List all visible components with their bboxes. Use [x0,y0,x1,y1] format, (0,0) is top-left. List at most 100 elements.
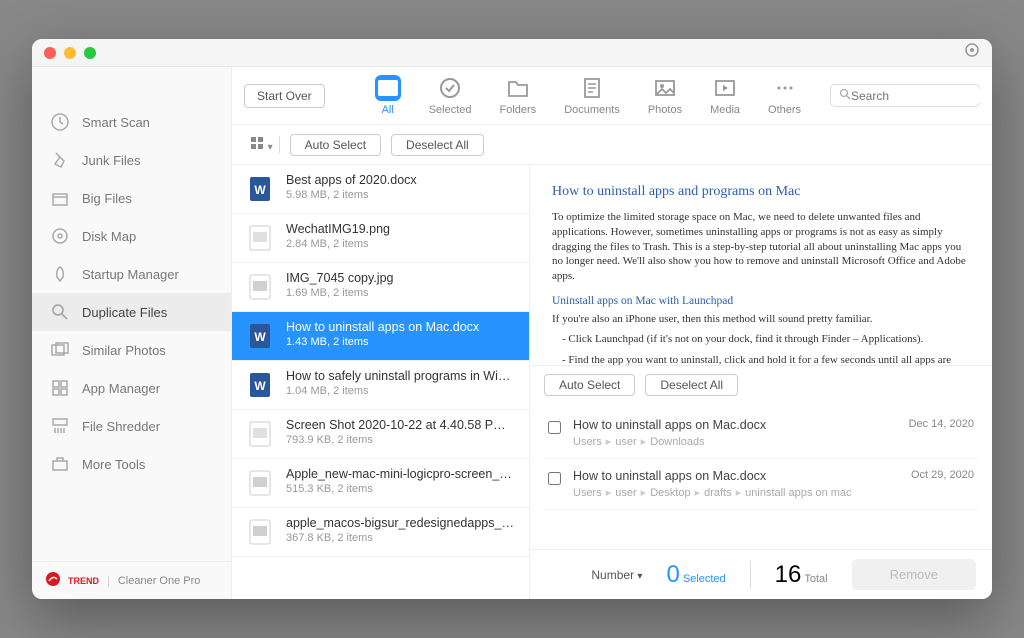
sidebar-item-label: App Manager [82,381,160,396]
duplicate-item: How to uninstall apps on Mac.docxUsers▸u… [544,408,978,459]
file-row[interactable]: WechatIMG19.png2.84 MB, 2 items [232,214,529,263]
traffic-lights [44,47,96,59]
file-type-icon: W [246,320,274,352]
sidebar-item-big-files[interactable]: Big Files [32,179,231,217]
file-meta: 2.84 MB, 2 items [286,238,390,250]
duplicate-name: How to uninstall apps on Mac.docx [573,418,897,432]
svg-text:W: W [254,183,266,197]
category-label: Documents [564,104,620,116]
sidebar-item-startup-manager[interactable]: Startup Manager [32,255,231,293]
file-row[interactable]: WBest apps of 2020.docx5.98 MB, 2 items [232,165,529,214]
file-name: Screen Shot 2020-10-22 at 4.40.58 PM.png [286,418,515,432]
start-over-button[interactable]: Start Over [244,84,325,108]
file-meta: 1.43 MB, 2 items [286,336,479,348]
duplicate-date: Dec 14, 2020 [909,418,974,430]
brand-icon [964,42,980,63]
duplicate-path: Users▸user▸Desktop▸drafts▸uninstall apps… [573,486,899,499]
toolbox-icon [50,454,70,474]
auto-select-button[interactable]: Auto Select [290,134,381,156]
duplicate-name: How to uninstall apps on Mac.docx [573,469,899,483]
category-icon [772,75,798,101]
sidebar-footer: TREND | Cleaner One Pro [32,561,231,599]
sidebar-item-duplicate-files[interactable]: Duplicate Files [32,293,231,331]
category-photos[interactable]: Photos [648,75,682,116]
sort-dropdown[interactable]: Number ▾ [591,568,642,582]
category-label: Selected [429,104,472,116]
file-type-icon: W [246,369,274,401]
sidebar-item-file-shredder[interactable]: File Shredder [32,407,231,445]
duplicate-checkbox[interactable] [548,472,561,485]
category-all[interactable]: All [375,75,401,116]
shredder-icon [50,416,70,436]
clock-icon [50,112,70,132]
file-row[interactable]: WHow to safely uninstall programs in Win… [232,361,529,410]
view-mode-toggle[interactable]: ▾ [244,136,280,153]
file-row[interactable]: apple_macos-bigsur_redesignedapps_0622… 3… [232,508,529,557]
sidebar-item-more-tools[interactable]: More Tools [32,445,231,483]
file-meta: 367.8 KB, 2 items [286,532,515,544]
category-icon [437,75,463,101]
titlebar [32,39,992,67]
sidebar: Smart Scan Junk Files Big Files Disk Map Sta… [32,67,232,599]
sidebar-item-label: More Tools [82,457,145,472]
category-media[interactable]: Media [710,75,740,116]
search-icon [50,302,70,322]
category-others[interactable]: Others [768,75,801,116]
selected-count: 0 Selected [666,561,725,589]
sidebar-item-label: Startup Manager [82,267,179,282]
sidebar-item-app-manager[interactable]: App Manager [32,369,231,407]
sidebar-item-label: Smart Scan [82,115,150,130]
minimize-icon[interactable] [64,47,76,59]
duplicate-actions: Auto Select Deselect All [530,365,992,404]
preview-bullet: - Find the app you want to uninstall, cl… [552,353,970,365]
svg-text:W: W [254,379,266,393]
sidebar-item-disk-map[interactable]: Disk Map [32,217,231,255]
preview-section-heading: Uninstall apps on Mac with Launchpad [552,294,970,310]
file-name: How to uninstall apps on Mac.docx [286,320,479,334]
file-row[interactable]: W How to uninstall apps on Mac.docx 1.43 M… [232,312,529,361]
file-row[interactable]: Screen Shot 2020-10-22 at 4.40.58 PM.png… [232,410,529,459]
file-row[interactable]: IMG_7045 copy.jpg1.69 MB, 2 items [232,263,529,312]
search-input[interactable] [851,89,992,103]
file-name: Best apps of 2020.docx [286,173,417,187]
sidebar-item-junk-files[interactable]: Junk Files [32,141,231,179]
file-meta: 515.3 KB, 2 items [286,483,515,495]
duplicate-list: How to uninstall apps on Mac.docx Users▸u… [530,404,992,549]
category-selected[interactable]: Selected [429,75,472,116]
dup-auto-select-button[interactable]: Auto Select [544,374,635,396]
total-count: 16 Total [775,561,828,589]
category-icon [505,75,531,101]
preview-section-line: If you're also an iPhone user, then this… [552,312,970,327]
category-folders[interactable]: Folders [500,75,537,116]
file-name: Apple_new-mac-mini-logicpro-screen_11102… [286,467,515,481]
file-name: apple_macos-bigsur_redesignedapps_0622… [286,516,515,530]
file-row[interactable]: Apple_new-mac-mini-logicpro-screen_11102… [232,459,529,508]
remove-button[interactable]: Remove [852,559,976,590]
close-icon[interactable] [44,47,56,59]
app-window: Smart Scan Junk Files Big Files Disk Map Sta… [32,39,992,599]
search-icon [839,88,851,103]
file-name: IMG_7045 copy.jpg [286,271,393,285]
sidebar-item-label: File Shredder [82,419,160,434]
dup-deselect-all-button[interactable]: Deselect All [645,374,738,396]
maximize-icon[interactable] [84,47,96,59]
sidebar-item-smart-scan[interactable]: Smart Scan [32,103,231,141]
duplicate-checkbox[interactable] [548,421,561,434]
preview-bullet: - Click Launchpad (if it's not on your d… [552,332,970,347]
sidebar-item-label: Disk Map [82,229,136,244]
file-type-icon [246,271,274,303]
deselect-all-button[interactable]: Deselect All [391,134,484,156]
category-icon [652,75,678,101]
rocket-icon [50,264,70,284]
svg-text:W: W [254,330,266,344]
document-preview: How to uninstall apps and programs on Ma… [530,165,992,365]
file-meta: 793.9 KB, 2 items [286,434,515,446]
sidebar-item-similar-photos[interactable]: Similar Photos [32,331,231,369]
search-box[interactable] [830,84,980,107]
file-list: WBest apps of 2020.docx5.98 MB, 2 itemsW… [232,165,530,599]
apps-icon [50,378,70,398]
file-type-icon [246,516,274,548]
sidebar-item-label: Duplicate Files [82,305,167,320]
category-documents[interactable]: Documents [564,75,620,116]
sidebar-item-label: Big Files [82,191,132,206]
